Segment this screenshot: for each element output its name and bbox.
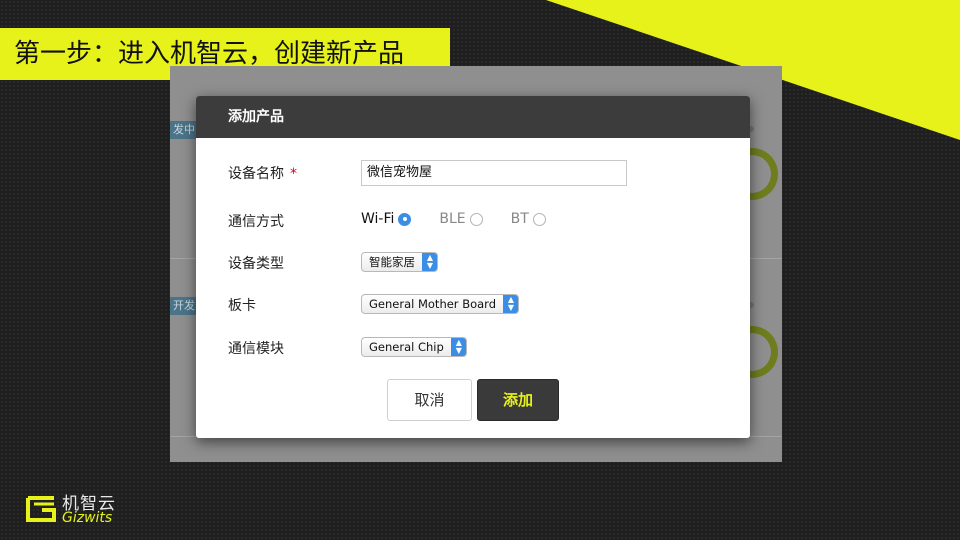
comm-module-label: 通信模块	[228, 341, 284, 357]
dialog-title: 添加产品	[196, 96, 750, 138]
board-select[interactable]: General Mother Board ▲ ▼	[361, 294, 519, 314]
radio-bt[interactable]: BT	[511, 211, 546, 227]
radio-selected-icon	[398, 212, 412, 226]
radio-ble[interactable]: BLE	[439, 211, 483, 227]
device-type-value: 智能家居	[369, 255, 415, 269]
radio-ble-label: BLE	[439, 211, 466, 227]
add-button[interactable]: 添加	[477, 379, 559, 421]
status-tag-developing-2: 开发	[170, 297, 198, 315]
comm-method-radio-group: Wi-Fi BLE BT	[361, 209, 574, 229]
comm-module-value: General Chip	[369, 340, 444, 354]
device-type-select[interactable]: 智能家居 ▲ ▼	[361, 252, 438, 272]
device-name-label: 设备名称 *	[228, 163, 297, 183]
board-value: General Mother Board	[369, 297, 496, 311]
add-product-dialog: 添加产品 设备名称 * 微信宠物屋 通信方式 Wi-Fi BLE BT 设备类型 …	[196, 96, 750, 438]
select-stepper-icon: ▲ ▼	[422, 253, 437, 271]
logo-name-en: Gizwits	[62, 510, 113, 526]
cancel-button[interactable]: 取消	[387, 379, 472, 421]
radio-wifi-label: Wi-Fi	[361, 211, 395, 227]
device-type-label: 设备类型	[228, 256, 284, 272]
comm-method-label: 通信方式	[228, 214, 284, 230]
radio-wifi[interactable]: Wi-Fi	[361, 211, 412, 227]
select-stepper-icon: ▲ ▼	[450, 338, 466, 356]
device-name-input[interactable]: 微信宠物屋	[361, 160, 627, 186]
gizwits-logo-icon	[26, 496, 56, 522]
select-stepper-icon: ▲ ▼	[503, 295, 518, 313]
required-mark: *	[290, 166, 297, 182]
device-name-label-text: 设备名称	[228, 166, 284, 182]
radio-bt-label: BT	[510, 211, 529, 227]
radio-unselected-icon	[469, 212, 483, 226]
comm-module-select[interactable]: General Chip ▲ ▼	[361, 337, 467, 357]
radio-unselected-icon	[532, 212, 546, 226]
status-tag-developing: 发中	[170, 121, 198, 139]
board-label: 板卡	[228, 298, 256, 314]
